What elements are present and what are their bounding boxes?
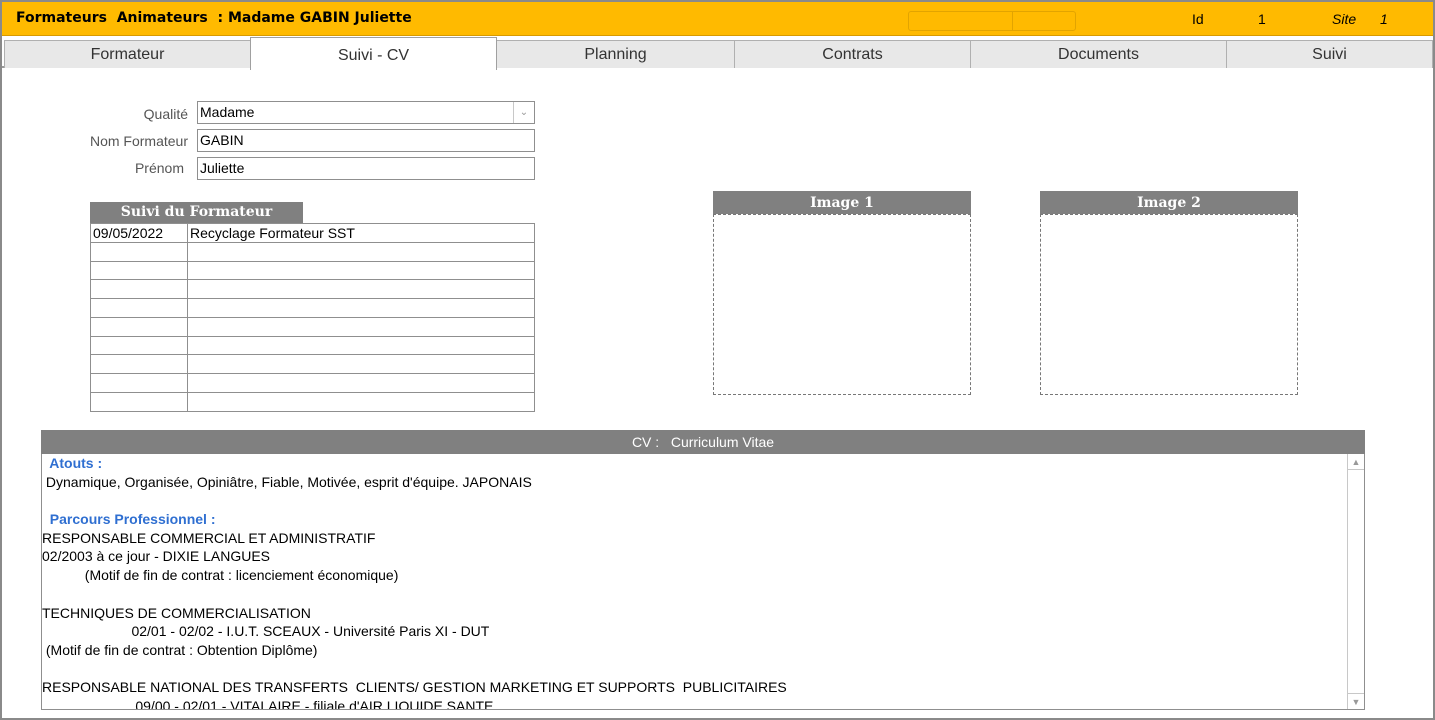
table-row[interactable] <box>91 317 535 337</box>
cv-section-heading: Parcours Professionnel : <box>42 511 216 528</box>
cv-line: (Motif de fin de contrat : licenciement … <box>42 567 399 584</box>
cv-header: CV : Curriculum Vitae <box>41 430 1365 454</box>
suivi-date-cell[interactable] <box>91 355 188 374</box>
qualite-label: Qualité <box>143 106 188 122</box>
nom-formateur-label: Nom Formateur <box>89 133 188 149</box>
cv-line: 02/2003 à ce jour - DIXIE LANGUES <box>42 548 270 565</box>
suivi-description-cell[interactable] <box>188 317 535 337</box>
suivi-date-cell[interactable] <box>91 280 188 299</box>
suivi-date-cell[interactable] <box>91 336 188 356</box>
image1-header: Image 1 <box>713 191 971 214</box>
window-title: Formateurs Animateurs : Madame GABIN Jul… <box>16 10 412 26</box>
title-bar-field-divider <box>1012 11 1013 31</box>
suivi-date-cell[interactable] <box>91 374 188 393</box>
qualite-value: Madame <box>200 104 255 120</box>
scroll-down-icon[interactable]: ▼ <box>1348 693 1364 709</box>
suivi-description-cell[interactable] <box>188 355 535 374</box>
cv-line: 02/01 - 02/02 - I.U.T. SCEAUX - Universi… <box>42 623 490 640</box>
cv-line: RESPONSABLE NATIONAL DES TRANSFERTS CLIE… <box>42 679 787 696</box>
table-row[interactable] <box>91 299 535 318</box>
id-value: 1 <box>1258 11 1266 27</box>
cv-line: TECHNIQUES DE COMMERCIALISATION <box>42 604 311 621</box>
qualite-select[interactable]: Madame ⌄ <box>197 101 535 124</box>
suivi-date-cell[interactable] <box>91 261 188 281</box>
suivi-description-cell[interactable] <box>188 336 535 356</box>
cv-section-heading: Atouts : <box>42 455 103 471</box>
suivi-description-cell[interactable] <box>188 392 535 412</box>
title-bar: Formateurs Animateurs : Madame GABIN Jul… <box>2 2 1433 36</box>
cv-line: Dynamique, Organisée, Opiniâtre, Fiable,… <box>42 473 532 490</box>
suivi-date-cell[interactable]: 09/05/2022 <box>91 224 188 243</box>
tab-suivi-cv[interactable]: Suivi - CV <box>250 37 497 70</box>
cv-line <box>42 660 1347 679</box>
chevron-down-icon[interactable]: ⌄ <box>513 102 534 123</box>
image1-frame[interactable] <box>713 214 971 395</box>
id-label: Id <box>1192 11 1204 27</box>
suivi-formateur-grid: 09/05/2022 Recyclage Formateur SST <box>90 223 535 412</box>
prenom-field[interactable]: Juliette <box>197 157 535 180</box>
cv-scrollbar[interactable]: ▲ ▼ <box>1347 454 1364 709</box>
suivi-date-cell[interactable] <box>91 317 188 337</box>
table-row[interactable] <box>91 392 535 412</box>
suivi-formateur-header: Suivi du Formateur <box>90 202 303 223</box>
suivi-date-cell[interactable] <box>91 392 188 412</box>
table-row[interactable] <box>91 242 535 262</box>
cv-line: (Motif de fin de contrat : Obtention Dip… <box>42 641 318 658</box>
cv-line: RESPONSABLE COMMERCIAL ET ADMINISTRATIF <box>42 529 376 546</box>
nom-formateur-field[interactable]: GABIN <box>197 129 535 152</box>
site-label: Site <box>1332 11 1357 27</box>
title-bar-field[interactable] <box>908 11 1076 31</box>
suivi-description-cell[interactable] <box>188 242 535 262</box>
suivi-description-cell[interactable] <box>188 261 535 281</box>
cv-line <box>42 585 1347 604</box>
tab-planning[interactable]: Planning <box>496 40 735 68</box>
tab-formateur[interactable]: Formateur <box>4 40 251 68</box>
table-row[interactable] <box>91 374 535 393</box>
suivi-date-cell[interactable] <box>91 299 188 318</box>
table-row[interactable]: 09/05/2022 Recyclage Formateur SST <box>91 224 535 243</box>
table-row[interactable] <box>91 355 535 374</box>
cv-line <box>42 491 1347 510</box>
tab-suivi[interactable]: Suivi <box>1226 40 1433 68</box>
site-value: 1 <box>1380 11 1388 27</box>
cv-textarea[interactable]: Atouts : Dynamique, Organisée, Opiniâtre… <box>41 454 1365 710</box>
cv-line: 09/00 - 02/01 - VITALAIRE - filiale d'AI… <box>42 697 494 710</box>
tab-bar: Formateur Suivi - CV Planning Contrats D… <box>2 37 1433 70</box>
tab-documents[interactable]: Documents <box>970 40 1227 68</box>
image2-frame[interactable] <box>1040 214 1298 395</box>
main-window: Formateurs Animateurs : Madame GABIN Jul… <box>0 0 1435 720</box>
suivi-description-cell[interactable] <box>188 374 535 393</box>
tab-contrats[interactable]: Contrats <box>734 40 971 68</box>
suivi-description-cell[interactable]: Recyclage Formateur SST <box>188 224 535 243</box>
table-row[interactable] <box>91 280 535 299</box>
suivi-date-cell[interactable] <box>91 242 188 262</box>
cv-text[interactable]: Atouts : Dynamique, Organisée, Opiniâtre… <box>42 454 1347 710</box>
table-row[interactable] <box>91 261 535 281</box>
image2-header: Image 2 <box>1040 191 1298 214</box>
table-row[interactable] <box>91 336 535 356</box>
prenom-label: Prénom <box>134 160 184 176</box>
suivi-description-cell[interactable] <box>188 299 535 318</box>
suivi-description-cell[interactable] <box>188 280 535 299</box>
scroll-up-icon[interactable]: ▲ <box>1348 454 1364 470</box>
